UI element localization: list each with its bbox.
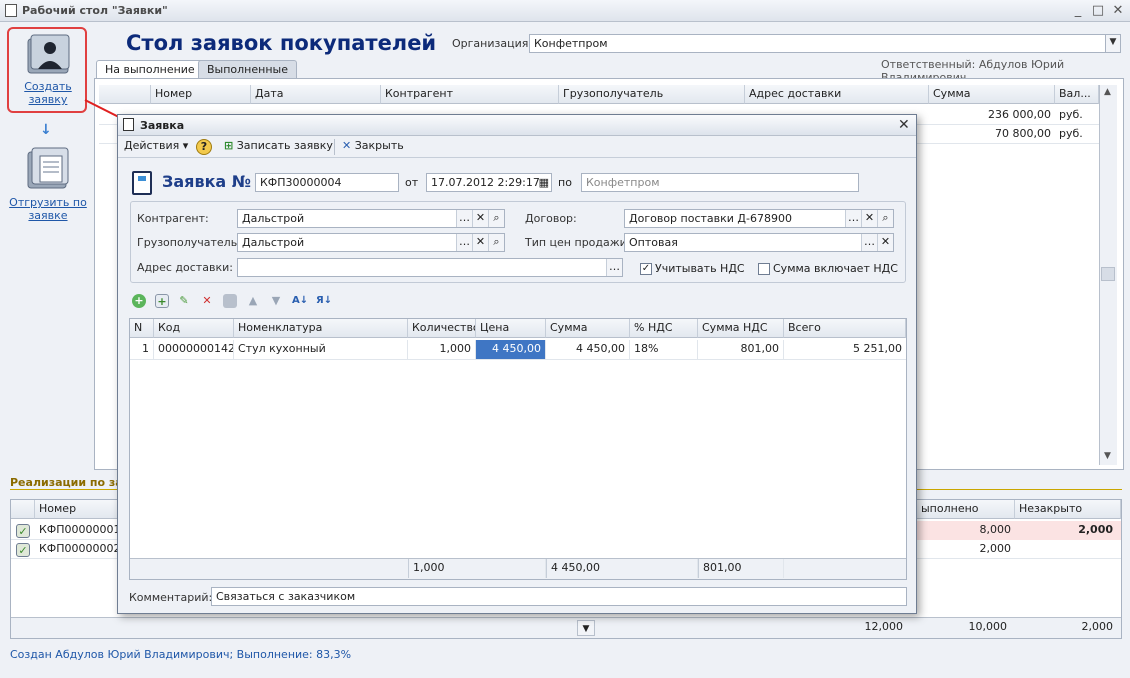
contract-field[interactable]: Договор поставки Д-678900 … ✕ ⌕: [624, 209, 894, 228]
price-type-label: Тип цен продажи:: [525, 236, 631, 249]
col-price[interactable]: Цена: [476, 319, 546, 338]
table-row[interactable]: 1 00000000142 Стул кухонный 1,000 4 450,…: [130, 340, 906, 360]
total-qty: 1,000: [408, 559, 546, 578]
address-label: Адрес доставки:: [137, 261, 233, 274]
save-disk-icon[interactable]: [223, 294, 237, 308]
item-sum: 4 450,00: [546, 340, 630, 359]
sort-asc-icon[interactable]: A↓: [292, 294, 308, 308]
close-label: Закрыть: [354, 139, 404, 152]
save-icon: ⊞: [224, 139, 234, 152]
close-button[interactable]: ✕ Закрыть: [342, 139, 404, 155]
edit-icon[interactable]: ✎: [177, 294, 191, 308]
request-dialog: Заявка ✕ Действия ▾ ? ⊞ Записать заявку …: [117, 114, 917, 614]
select-button[interactable]: …: [861, 234, 877, 251]
select-button[interactable]: …: [606, 259, 622, 276]
move-down-icon[interactable]: ▼: [269, 294, 283, 308]
address-field[interactable]: …: [237, 258, 623, 277]
vat-checkbox[interactable]: ✓: [640, 263, 652, 275]
select-button[interactable]: …: [456, 234, 472, 251]
clear-icon[interactable]: ✕: [877, 234, 893, 251]
copy-icon[interactable]: +: [155, 294, 169, 308]
dialog-doc-icon: [123, 118, 134, 131]
clear-icon[interactable]: ✕: [861, 210, 877, 227]
col-code[interactable]: Код: [154, 319, 234, 338]
col-vat-pct[interactable]: % НДС: [630, 319, 698, 338]
help-icon[interactable]: ?: [196, 139, 212, 155]
date-value: 17.07.2012 2:29:17: [431, 176, 540, 189]
actions-menu[interactable]: Действия ▾: [124, 139, 188, 155]
move-up-icon[interactable]: ▲: [246, 294, 260, 308]
org-field[interactable]: Конфетпром: [581, 173, 859, 192]
select-button[interactable]: …: [456, 210, 472, 227]
contract-label: Договор:: [525, 212, 577, 225]
item-qty: 1,000: [408, 340, 476, 359]
comment-label: Комментарий:: [129, 591, 213, 604]
consignee-field[interactable]: Дальстрой … ✕ ⌕: [237, 233, 505, 252]
comment-input[interactable]: Связаться с заказчиком: [211, 587, 907, 606]
dialog-title: Заявка: [140, 119, 185, 132]
date-field[interactable]: 17.07.2012 2:29:17 ▦: [426, 173, 552, 192]
item-code: 00000000142: [154, 340, 234, 359]
save-label: Записать заявку: [236, 139, 333, 152]
delete-icon[interactable]: ✕: [200, 294, 214, 308]
dialog-heading: Заявка №: [162, 172, 252, 191]
open-icon[interactable]: ⌕: [488, 234, 504, 251]
select-button[interactable]: …: [845, 210, 861, 227]
contractor-field[interactable]: Дальстрой … ✕ ⌕: [237, 209, 505, 228]
sum-includes-vat-label: Сумма включает НДС: [773, 262, 898, 275]
col-n[interactable]: N: [130, 319, 154, 338]
item-vat-sum: 801,00: [698, 340, 784, 359]
items-table: N Код Номенклатура Количество Цена Сумма…: [129, 318, 907, 580]
consignee-label: Грузополучатель:: [137, 236, 241, 249]
dialog-titlebar: Заявка ✕: [118, 115, 916, 136]
from-label: от: [405, 176, 419, 189]
sort-desc-icon[interactable]: Я↓: [316, 294, 332, 308]
col-total[interactable]: Всего: [784, 319, 906, 338]
col-vat-sum[interactable]: Сумма НДС: [698, 319, 784, 338]
add-icon[interactable]: +: [132, 294, 146, 308]
contractor-label: Контрагент:: [137, 212, 209, 225]
consignee-value: Дальстрой: [242, 236, 305, 249]
request-number-field[interactable]: КФП30000004: [255, 173, 399, 192]
item-name: Стул кухонный: [234, 340, 408, 359]
contractor-value: Дальстрой: [242, 212, 305, 225]
vat-label: Учитывать НДС: [655, 262, 745, 275]
contract-value: Договор поставки Д-678900: [629, 212, 792, 225]
open-icon[interactable]: ⌕: [877, 210, 893, 227]
form-group: Контрагент: Дальстрой … ✕ ⌕ Грузополучат…: [130, 201, 906, 283]
actions-label: Действия: [124, 139, 180, 152]
clipboard-icon: [132, 171, 152, 195]
col-qty[interactable]: Количество: [408, 319, 476, 338]
item-vat-pct: 18%: [630, 340, 698, 359]
close-icon[interactable]: ✕: [898, 117, 910, 133]
close-x-icon: ✕: [342, 139, 352, 152]
by-label: по: [558, 176, 572, 189]
clear-icon[interactable]: ✕: [472, 234, 488, 251]
items-totals-row: 1,000 4 450,00 801,00: [130, 558, 906, 579]
col-sum[interactable]: Сумма: [546, 319, 630, 338]
item-total: 5 251,00: [853, 342, 902, 355]
toolbar-divider: [334, 139, 335, 155]
price-type-field[interactable]: Оптовая … ✕: [624, 233, 894, 252]
sum-includes-vat-checkbox[interactable]: [758, 263, 770, 275]
price-type-value: Оптовая: [629, 236, 678, 249]
total-sum: 4 450,00: [546, 559, 698, 578]
save-request-button[interactable]: ⊞ Записать заявку: [224, 139, 333, 155]
dialog-toolbar: Действия ▾ ? ⊞ Записать заявку ✕ Закрыть: [118, 136, 916, 158]
total-vat-sum: 801,00: [698, 559, 784, 578]
item-n: 1: [130, 340, 154, 359]
open-icon[interactable]: ⌕: [488, 210, 504, 227]
calendar-icon[interactable]: ▦: [539, 176, 549, 189]
item-price[interactable]: 4 450,00: [476, 340, 546, 359]
col-name[interactable]: Номенклатура: [234, 319, 408, 338]
clear-icon[interactable]: ✕: [472, 210, 488, 227]
